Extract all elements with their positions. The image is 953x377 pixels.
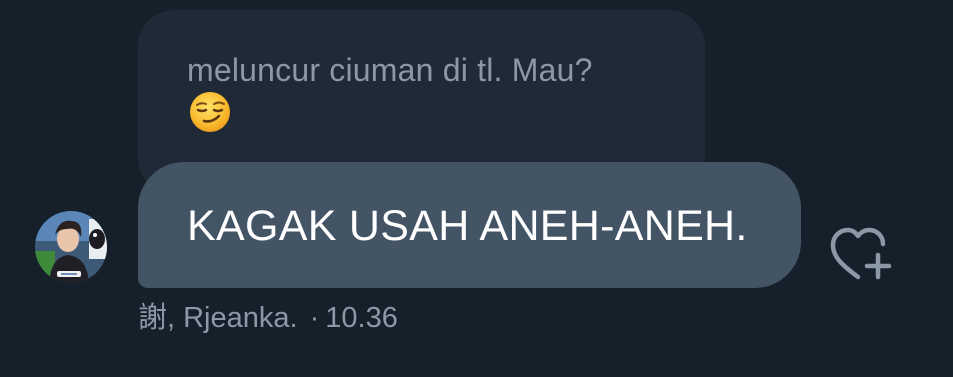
avatar-image <box>35 211 107 283</box>
reply-message-bubble[interactable]: KAGAK USAH ANEH-ANEH. <box>138 162 801 288</box>
message-timestamp: 10.36 <box>325 302 398 334</box>
sender-name[interactable]: 謝, Rjeanka. <box>138 302 298 334</box>
reply-message-text: KAGAK USAH ANEH-ANEH. <box>187 202 748 250</box>
quoted-message-text: meluncur ciuman di tl. Mau? <box>187 52 593 88</box>
sender-avatar[interactable] <box>35 211 107 283</box>
add-reaction-heart-icon[interactable] <box>828 225 894 281</box>
smirking-face-icon <box>190 92 230 132</box>
meta-separator: · <box>309 302 320 334</box>
message-meta: 謝, Rjeanka. · 10.36 <box>138 300 398 336</box>
